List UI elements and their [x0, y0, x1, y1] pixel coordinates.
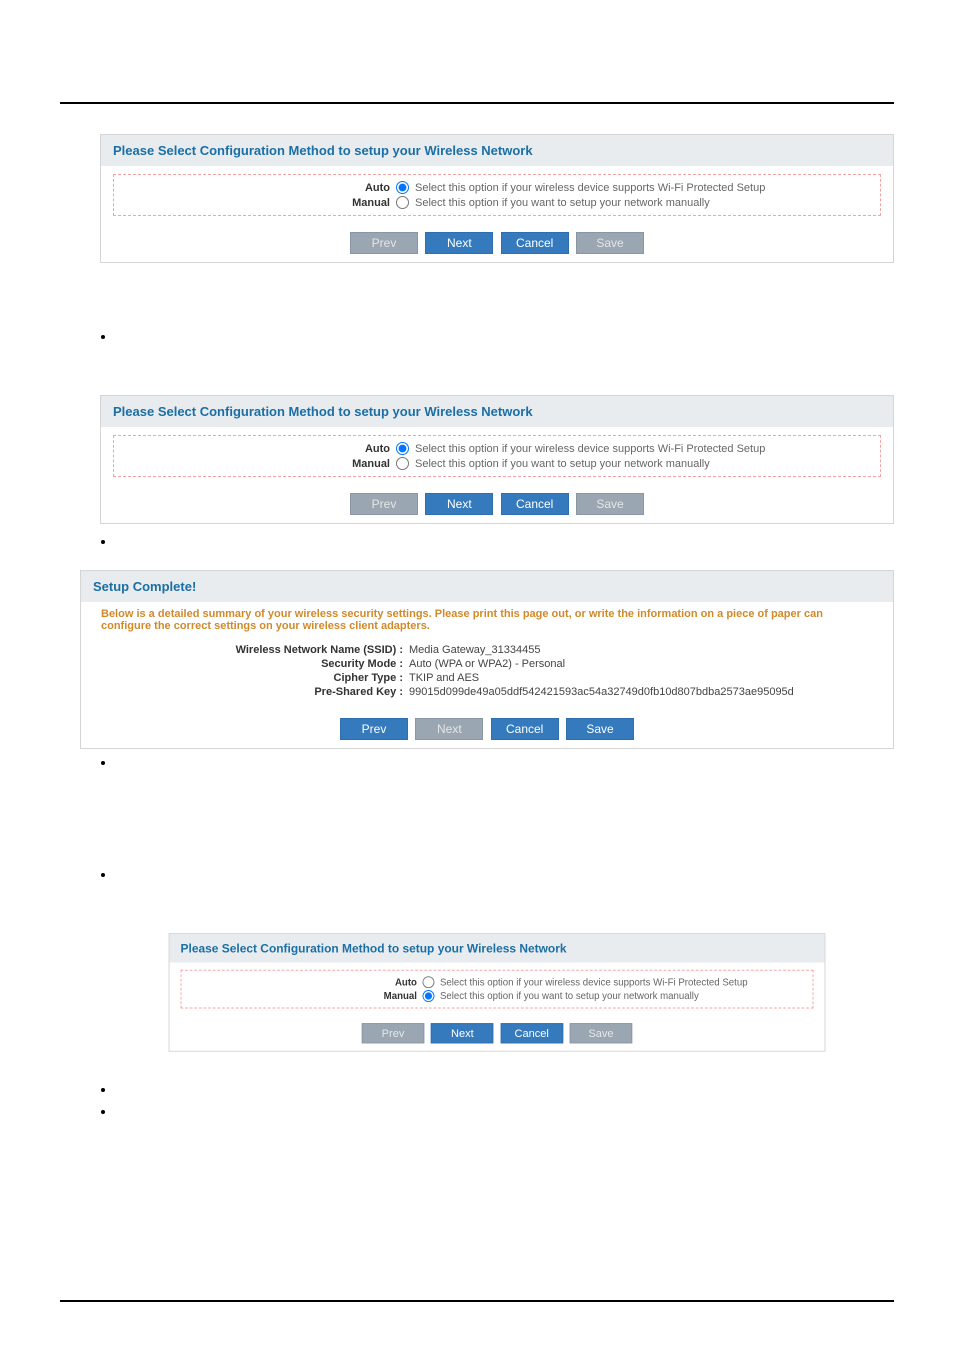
save-button: Save [576, 493, 644, 515]
next-button[interactable]: Next [425, 232, 493, 254]
cancel-button[interactable]: Cancel [501, 493, 569, 515]
prev-button: Prev [350, 493, 418, 515]
save-button: Save [570, 1023, 633, 1043]
next-button: Next [415, 718, 483, 740]
prev-button[interactable]: Prev [340, 718, 408, 740]
manual-radio[interactable] [422, 990, 434, 1002]
panel-title: Please Select Configuration Method to se… [101, 135, 893, 166]
manual-label: Manual [120, 458, 396, 470]
psk-value: 99015d099de49a05ddf542421593ac54a32749d0… [409, 686, 794, 698]
manual-radio[interactable] [396, 457, 409, 470]
save-button: Save [576, 232, 644, 254]
prev-button: Prev [362, 1023, 425, 1043]
auto-radio[interactable] [396, 181, 409, 194]
manual-label: Manual [120, 197, 396, 209]
step-bullet-1 [116, 329, 894, 345]
panel-title: Setup Complete! [81, 571, 893, 602]
manual-desc: Select this option if you want to setup … [440, 991, 699, 1002]
prev-button: Prev [350, 232, 418, 254]
config-method-panel-1: Please Select Configuration Method to se… [100, 134, 894, 263]
next-button[interactable]: Next [425, 493, 493, 515]
manual-desc: Select this option if you want to setup … [415, 197, 710, 209]
auto-desc: Select this option if your wireless devi… [415, 443, 765, 455]
auto-label: Auto [187, 977, 423, 988]
step-bullet-6 [116, 1104, 894, 1120]
step-bullet-4 [116, 867, 894, 883]
options-box: Auto Select this option if your wireless… [181, 970, 814, 1009]
security-mode-value: Auto (WPA or WPA2) - Personal [409, 658, 565, 670]
ssid-value: Media Gateway_31334455 [409, 644, 540, 656]
page: Please Select Configuration Method to se… [0, 0, 954, 1372]
cancel-button[interactable]: Cancel [491, 718, 559, 740]
cipher-type-label: Cipher Type : [93, 672, 409, 684]
step-bullet-2 [116, 534, 894, 550]
auto-desc: Select this option if your wireless devi… [415, 182, 765, 194]
footer-rule [60, 1300, 894, 1302]
ssid-label: Wireless Network Name (SSID) : [93, 644, 409, 656]
auto-radio[interactable] [422, 976, 434, 988]
cipher-type-value: TKIP and AES [409, 672, 479, 684]
auto-label: Auto [120, 443, 396, 455]
next-button[interactable]: Next [431, 1023, 494, 1043]
panel-title: Please Select Configuration Method to se… [169, 934, 824, 963]
options-box: Auto Select this option if your wireless… [113, 435, 881, 477]
step-bullet-3 [116, 755, 894, 771]
cancel-button[interactable]: Cancel [501, 232, 569, 254]
panel-title: Please Select Configuration Method to se… [101, 396, 893, 427]
manual-radio[interactable] [396, 196, 409, 209]
auto-label: Auto [120, 182, 396, 194]
step-bullet-5 [116, 1082, 894, 1098]
manual-label: Manual [187, 991, 423, 1002]
options-box: Auto Select this option if your wireless… [113, 174, 881, 216]
header-rule [60, 102, 894, 104]
psk-label: Pre-Shared Key : [93, 686, 409, 698]
save-button[interactable]: Save [566, 718, 634, 740]
setup-complete-panel: Setup Complete! Below is a detailed summ… [80, 570, 894, 749]
config-method-panel-2: Please Select Configuration Method to se… [100, 395, 894, 524]
security-mode-label: Security Mode : [93, 658, 409, 670]
summary-text: Below is a detailed summary of your wire… [93, 604, 881, 642]
manual-desc: Select this option if you want to setup … [415, 458, 710, 470]
cancel-button[interactable]: Cancel [500, 1023, 563, 1043]
auto-desc: Select this option if your wireless devi… [440, 977, 748, 988]
config-method-panel-3: Please Select Configuration Method to se… [169, 933, 826, 1052]
auto-radio[interactable] [396, 442, 409, 455]
